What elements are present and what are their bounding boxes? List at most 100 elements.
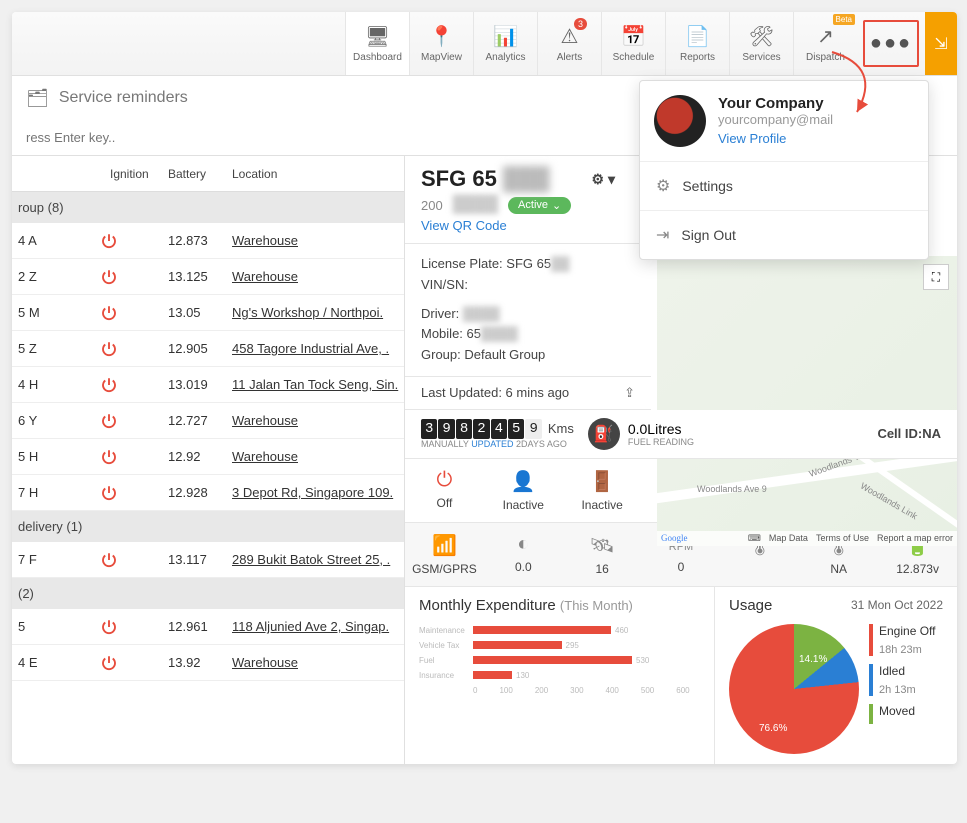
cell-id: Cell ID:NA [877,426,941,441]
vehicle-sub-id: 200 [421,198,443,213]
location-link[interactable]: Ng's Workshop / Northpoi. [232,305,404,320]
nav-alerts[interactable]: ⚠3Alerts [537,12,601,75]
view-profile-link[interactable]: View Profile [718,131,833,146]
reminder-icon: 🗂 [26,88,49,109]
status-badge: Active ⌄ [508,197,571,214]
power-icon [100,551,168,569]
table-row[interactable]: 2 Z13.125Warehouse [12,259,404,295]
location-link[interactable]: 458 Tagore Industrial Ave, . [232,341,404,356]
group-row[interactable]: delivery (1) [12,511,404,542]
status-cell: 🚪Inactive [563,459,642,522]
usage-pie-chart: 14.1% 76.6% [729,624,859,754]
settings-menu-item[interactable]: ⚙Settings [640,161,928,210]
power-icon [100,654,168,672]
company-email: yourcompany@mail [718,112,833,127]
view-qr-link[interactable]: View QR Code [421,218,635,233]
settings-gear-button[interactable]: ⚙ ▾ [592,171,615,188]
power-icon [100,484,168,502]
location-link[interactable]: 289 Bukit Batok Street 25, . [232,552,404,567]
table-row[interactable]: 5 H12.92Warehouse [12,439,404,475]
table-row[interactable]: 4 E13.92Warehouse [12,645,404,681]
map[interactable]: Woodlands Ave 9 Woodlands Terrace Woodla… [657,256,957,546]
fuel-label: FUEL READING [628,437,694,447]
power-icon [100,268,168,286]
location-link[interactable]: Warehouse [232,449,404,464]
table-row[interactable]: 4 H13.01911 Jalan Tan Tock Seng, Sin. [12,367,404,403]
group-row[interactable]: roup (8) [12,192,404,223]
wrench-icon: 🛠 [749,24,774,49]
subheader-title: Service reminders [59,89,188,107]
alert-badge: 3 [574,18,587,30]
chevron-down-icon: ⌄ [552,199,561,212]
power-icon [100,232,168,250]
usage-panel: Usage 31 Mon Oct 2022 14.1% 76.6% Engine… [715,587,957,764]
status-icon: 📶 [432,533,457,558]
power-icon [100,304,168,322]
usage-legend: Engine Off18h 23mIdled2h 13mMoved [869,624,935,754]
status-cell: ◐0.0 [484,523,563,586]
monitor-icon: 🖥 [365,24,390,49]
report-icon: 📄 [685,24,710,49]
share-icon[interactable]: ⇪ [624,385,635,401]
power-icon [100,376,168,394]
power-icon [100,412,168,430]
nav-dashboard[interactable]: 🖥Dashboard [345,12,409,75]
col-location: Location [232,167,404,181]
fuel-icon: ⛽ [588,418,620,450]
nav-reports[interactable]: 📄Reports [665,12,729,75]
status-cell: ⏻Off [405,459,484,522]
power-icon [100,618,168,636]
group-row[interactable]: (2) [12,578,404,609]
vehicle-title: SFG 65 [421,166,497,192]
power-icon [100,340,168,358]
nav-schedule[interactable]: 📅Schedule [601,12,665,75]
map-fullscreen-button[interactable]: ⛶ [923,264,949,290]
odometer-update-link[interactable]: UPDATED [471,439,513,449]
company-avatar [654,95,706,147]
table-row[interactable]: 7 H12.9283 Depot Rd, Singapore 109. [12,475,404,511]
location-link[interactable]: Warehouse [232,413,404,428]
nav-analytics[interactable]: 📊Analytics [473,12,537,75]
table-row[interactable]: 5 Z12.905458 Tagore Industrial Ave, . [12,331,404,367]
calendar-icon: 📅 [621,24,646,49]
expenditure-panel: Monthly Expenditure (This Month) Mainten… [405,587,715,764]
location-link[interactable]: Warehouse [232,655,404,670]
map-attribution: Google ⌨ Map Data Terms of Use Report a … [657,531,957,546]
collapse-icon: ⇲ [934,34,947,54]
status-cell: 🛰16 [563,523,642,586]
location-link[interactable]: Warehouse [232,269,404,284]
location-link[interactable]: 3 Depot Rd, Singapore 109. [232,485,404,500]
signout-icon: ⇥ [656,225,669,245]
status-cell: 👤Inactive [484,459,563,522]
status-cell: 📶GSM/GPRS [405,523,484,586]
company-name: Your Company [718,95,833,112]
location-link[interactable]: 11 Jalan Tan Tock Seng, Sin. [232,377,404,392]
location-link[interactable]: Warehouse [232,233,404,248]
table-row[interactable]: 7 F13.117289 Bukit Batok Street 25, . [12,542,404,578]
status-icon: 👤 [511,469,536,494]
col-ignition: Ignition [110,167,168,181]
table-row[interactable]: 5 M13.05Ng's Workshop / Northpoi. [12,295,404,331]
status-icon: ⏻ [437,469,453,492]
table-row[interactable]: 6 Y12.727Warehouse [12,403,404,439]
table-row[interactable]: 512.961118 Aljunied Ave 2, Singap. [12,609,404,645]
col-battery: Battery [168,167,232,181]
power-icon [100,448,168,466]
location-link[interactable]: 118 Aljunied Ave 2, Singap. [232,619,404,634]
nav-services[interactable]: 🛠Services [729,12,793,75]
status-icon: 🚪 [590,469,615,494]
nav-mapview[interactable]: 📍MapView [409,12,473,75]
odometer: 3982459 [421,419,542,439]
fuel-value: 0.0Litres [628,421,694,437]
chart-icon: 📊 [493,24,518,49]
signout-menu-item[interactable]: ⇥Sign Out [640,210,928,259]
usage-date: 31 Mon Oct 2022 [851,598,943,612]
table-row[interactable]: 4 A12.873Warehouse [12,223,404,259]
collapse-button[interactable]: ⇲ [925,12,957,75]
status-icon: 🛰 [589,533,614,558]
last-updated: Last Updated: 6 mins ago [421,385,569,400]
fullscreen-icon: ⛶ [932,270,940,285]
annotation-arrow [822,47,912,127]
pin-icon: 📍 [429,24,454,49]
beta-badge: Beta [833,14,855,25]
